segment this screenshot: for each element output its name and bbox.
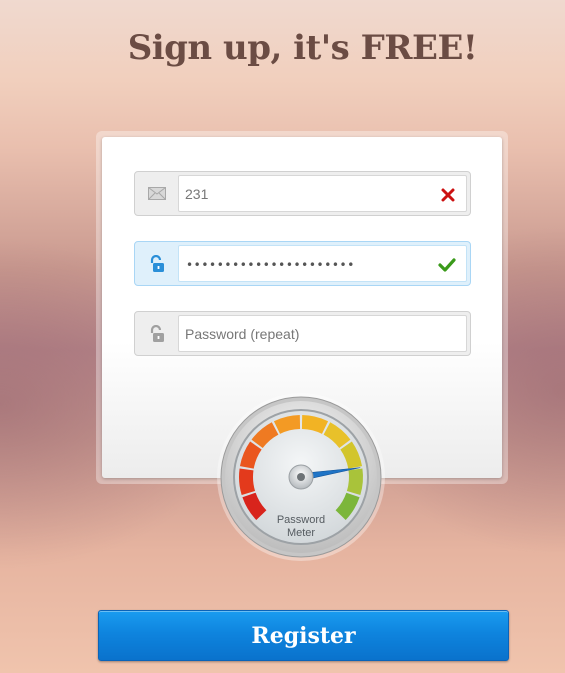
email-input-box [178,175,467,212]
page-title: Sign up, it's FREE! [127,28,478,68]
meter-segment [346,468,363,496]
password-repeat-field [134,311,471,356]
x-mark-icon [441,188,455,202]
password-field: •••••••••••••••••••••• [134,241,471,286]
meter-label-line1: Password [277,514,325,526]
password-meter: Password Meter [216,392,386,562]
envelope-icon [135,172,178,215]
email-input[interactable] [179,176,466,211]
meter-label-line2: Meter [287,527,315,539]
password-input-box[interactable]: •••••••••••••••••••••• [178,245,467,282]
password-repeat-input[interactable] [179,316,466,351]
register-button[interactable]: Register [98,610,509,661]
email-field [134,171,471,216]
checkmark-icon [438,258,456,272]
unlock-icon [135,242,178,285]
unlock-icon [135,312,178,355]
password-input[interactable]: •••••••••••••••••••••• [186,258,355,272]
password-repeat-input-box [178,315,467,352]
meter-segment [239,468,256,496]
